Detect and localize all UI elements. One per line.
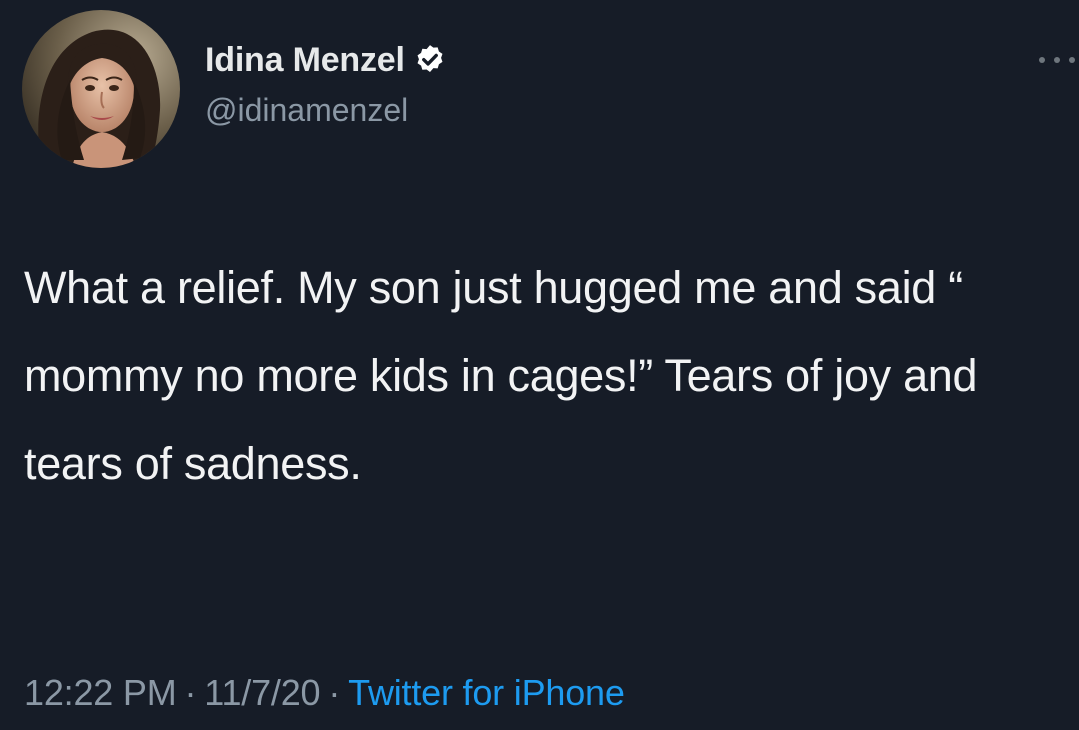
name-row: Idina Menzel: [205, 38, 447, 82]
more-dot: [1069, 57, 1075, 63]
verified-badge-icon: [413, 43, 447, 77]
more-dot: [1054, 57, 1060, 63]
more-options-icon[interactable]: [1039, 48, 1075, 72]
tweet-card: Idina Menzel @idinamenzel What a relief.…: [0, 0, 1079, 730]
meta-separator: ·: [328, 672, 341, 713]
tweet-text: What a relief. My son just hugged me and…: [24, 262, 978, 489]
tweet-time[interactable]: 12:22 PM: [24, 672, 177, 713]
avatar-image: [22, 10, 180, 168]
display-name[interactable]: Idina Menzel: [205, 41, 405, 80]
meta-separator: ·: [184, 672, 197, 713]
more-dot: [1039, 57, 1045, 63]
author-block: Idina Menzel @idinamenzel: [205, 38, 447, 129]
user-handle[interactable]: @idinamenzel: [205, 92, 447, 129]
tweet-source-link[interactable]: Twitter for iPhone: [348, 672, 625, 713]
tweet-date[interactable]: 11/7/20: [204, 672, 320, 713]
avatar[interactable]: [22, 10, 180, 168]
tweet-meta: 12:22 PM · 11/7/20 · Twitter for iPhone: [24, 672, 625, 714]
